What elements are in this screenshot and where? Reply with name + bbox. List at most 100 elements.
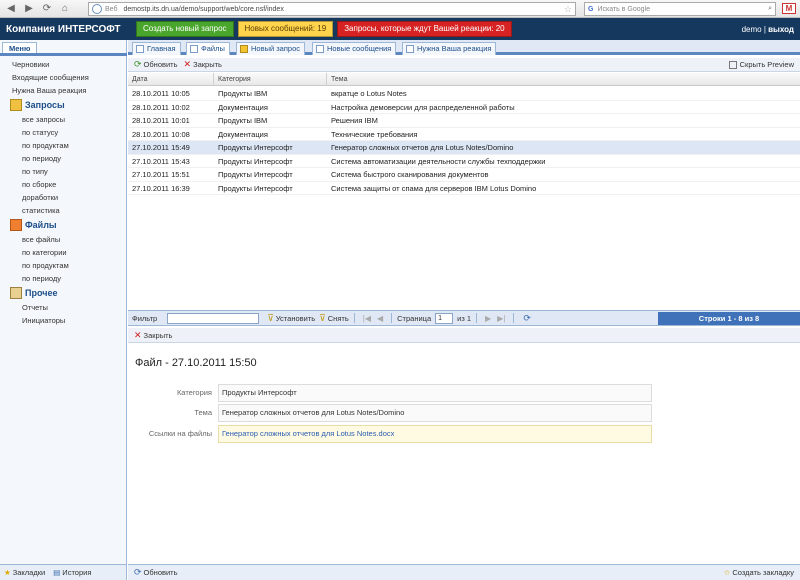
sidebar-item-by-product[interactable]: по продуктам [0,139,127,152]
sidebar-item-files-by-period[interactable]: по периоду [0,272,127,285]
sidebar-item-by-period[interactable]: по периоду [0,152,127,165]
set-filter-label: Установить [275,313,316,323]
sidebar-item-by-build[interactable]: по сборке [0,178,127,191]
address-prefix: Веб [105,5,118,13]
table-row[interactable]: 27.10.2011 15:49 Продукты Интерсофт Генера… [128,141,800,155]
sidebar-item-by-status[interactable]: по статусу [0,126,127,139]
sidebar-item-by-type[interactable]: по типу [0,165,127,178]
table-row[interactable]: 28.10.2011 10:05 Продукты IBM вкратце о Lo… [128,87,800,101]
create-bookmark-button[interactable]: ☆ Создать закладку [724,568,794,577]
preview-field-topic: Тема Генератор сложных отчетов для Lotus… [128,404,800,422]
user-name: demo [741,24,762,34]
tab-home[interactable]: Главная [132,42,181,55]
preview-panel: ✕ Закрыть Файл - 27.10.2011 15:50 Катего… [128,328,800,564]
requests-icon [10,99,22,111]
table-row[interactable]: 28.10.2011 10:01 Продукты IBM Решения IBM [128,114,800,128]
tab-bar: Главная Файлы Новый запрос Новые сообщен… [128,40,800,55]
cell-date: 28.10.2011 10:01 [132,116,190,125]
new-messages-button[interactable]: Новых сообщений: 19 [237,21,334,37]
cell-category: Продукты Интерсофт [218,183,293,193]
sidebar-item-inbox[interactable]: Входящие сообщения [0,71,127,84]
close-icon: ✕ [183,59,192,69]
column-topic[interactable]: Тема [327,73,800,86]
mail-icon[interactable]: M [782,3,796,14]
table-row[interactable]: 28.10.2011 10:08 Документация Технические … [128,128,800,141]
forward-icon[interactable]: ▶ [22,2,36,16]
sidebar-item-statistics[interactable]: статистика [0,204,127,217]
sidebar-item-drafts[interactable]: Черновики [0,58,127,71]
column-category[interactable]: Категория [214,73,327,86]
tab-needs-reaction[interactable]: Нужна Ваша реакция [402,42,497,55]
footer-refresh-button[interactable]: ⟳ Обновить [134,567,178,578]
bookmarks-link[interactable]: Закладки [13,568,45,577]
awaiting-reaction-button[interactable]: Запросы, которые ждут Вашей реакции: 20 [337,21,512,37]
sidebar-footer: ★ Закладки ▤ История [0,564,127,580]
table-row[interactable]: 28.10.2011 10:02 Документация Настройка де… [128,101,800,114]
list-toolbar: ⟳ Обновить ✕ Закрыть Скрыть Preview [128,58,800,72]
new-request-button[interactable]: Создать новый запрос [136,21,234,37]
preview-title: Файл - 27.10.2011 15:50 [135,357,257,369]
field-value: Продукты Интерсофт [218,384,652,402]
tab-label: Нужна Ваша реакция [417,44,492,53]
history-link[interactable]: История [62,568,91,577]
reset-filter-label: Снять [327,313,349,323]
address-bar[interactable]: Веб demostp.its.dn.ua/demo/support/web/c… [88,2,576,16]
page-input[interactable]: 1 [435,312,454,324]
table-row[interactable]: 27.10.2011 15:51 Продукты Интерсофт Систем… [128,168,800,182]
preview-field-category: Категория Продукты Интерсофт [128,384,800,402]
sidebar-section-requests[interactable]: Запросы [0,97,127,113]
cell-category: Документация [218,129,268,139]
globe-icon [92,4,102,14]
table-row[interactable]: 27.10.2011 16:39 Продукты Интерсофт Систем… [128,182,800,195]
refresh-icon: ⟳ [134,59,142,69]
refresh-button[interactable]: ⟳ Обновить [134,59,178,70]
divider [391,313,393,323]
file-link[interactable]: Генератор сложных отчетов для Lotus Note… [218,425,652,443]
company-title: Компания ИНТЕРСОФТ [6,23,121,35]
divider [353,313,355,323]
filter-label: Фильтр [132,313,158,323]
filter-input[interactable] [167,312,260,324]
prev-page-icon[interactable]: ◀ [377,314,383,323]
sidebar-section-files[interactable]: Файлы [0,217,127,233]
sidebar-item-needs-reaction[interactable]: Нужна Ваша реакция [0,84,127,97]
sidebar-item-reports[interactable]: Отчеты [0,301,127,314]
divider [513,313,515,323]
home-icon[interactable]: ⌂ [58,2,72,16]
home-tab-icon [136,45,144,53]
reset-filter-button[interactable]: ⊽ Снять [319,313,349,324]
sidebar-item-initiators[interactable]: Инициаторы [0,314,127,327]
reload-grid-icon[interactable]: ⟳ [523,313,531,324]
sidebar-item-by-category[interactable]: по категории [0,246,127,259]
footer-refresh-label: Обновить [143,568,178,577]
last-page-icon[interactable]: ▶| [497,314,505,323]
search-box[interactable]: G Искать в Google ⌕ [584,2,776,16]
tab-files[interactable]: Файлы [186,42,230,55]
tab-new-request[interactable]: Новый запрос [236,42,305,55]
sidebar-item-files-by-product[interactable]: по продуктам [0,259,127,272]
sidebar-item-all-requests[interactable]: все запросы [0,113,127,126]
reload-icon[interactable]: ⟳ [40,2,54,16]
search-icon[interactable]: ⌕ [768,5,772,13]
close-button[interactable]: ✕ Закрыть [184,59,222,70]
next-page-icon[interactable]: ▶ [485,314,491,323]
cell-topic: Решения IBM [331,116,378,125]
first-page-icon[interactable]: |◀ [363,314,371,323]
star-icon[interactable]: ☆ [564,4,572,15]
cell-date: 27.10.2011 15:51 [132,170,190,179]
preview-close-button[interactable]: ✕ Закрыть [128,328,800,343]
table-row[interactable]: 27.10.2011 15:43 Продукты Интерсофт Систем… [128,155,800,168]
cell-date: 28.10.2011 10:05 [132,89,190,98]
column-date[interactable]: Дата [128,73,214,86]
logout-link[interactable]: выход [768,25,794,34]
sidebar-item-all-files[interactable]: все файлы [0,233,127,246]
hide-preview-button[interactable]: Скрыть Preview [728,60,794,69]
back-icon[interactable]: ◀ [4,2,18,16]
tab-new-messages[interactable]: Новые сообщения [312,42,397,55]
sidebar-section-label: Файлы [25,220,57,230]
cell-topic: Настройка демоверсии для распределенной … [331,102,515,112]
sidebar-item-improvements[interactable]: доработки [0,191,127,204]
set-filter-button[interactable]: ⊽ Установить [267,313,315,324]
create-bookmark-label: Создать закладку [732,568,794,577]
sidebar-section-other[interactable]: Прочее [0,285,127,301]
